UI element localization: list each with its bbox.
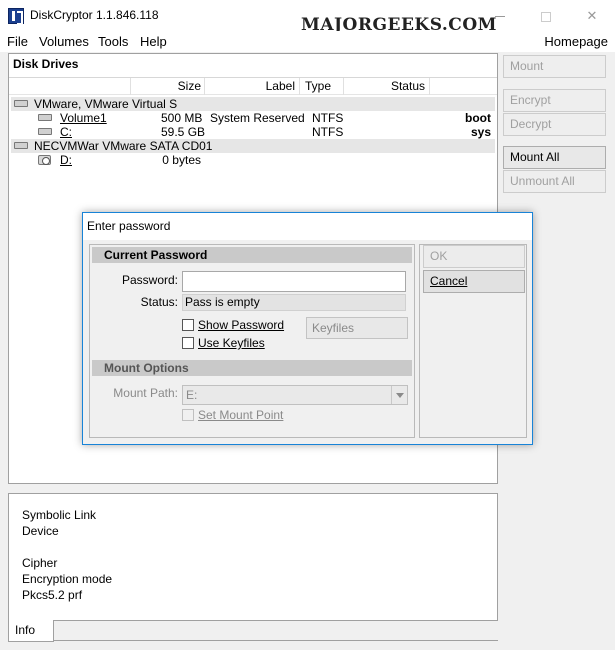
info-encryption-mode: Encryption mode: [22, 572, 113, 586]
volume-drive-icon: [38, 114, 52, 121]
unmount-all-button[interactable]: Unmount All: [503, 170, 606, 193]
info-device: Device: [22, 524, 59, 538]
column-separator: [343, 78, 344, 95]
volume-name: C:: [60, 125, 72, 139]
tab-divider: [54, 640, 498, 641]
cancel-button[interactable]: Cancel: [423, 270, 525, 293]
column-separator: [204, 78, 205, 95]
column-type[interactable]: Type: [305, 79, 337, 93]
status-value: Pass is empty: [182, 294, 406, 311]
password-label: Password:: [121, 273, 178, 287]
volume-size: 59.5 GB: [161, 125, 206, 139]
volume-size: 0 bytes: [162, 153, 201, 167]
minimize-button[interactable]: [477, 0, 523, 31]
disk-name: VMware, VMware Virtual S: [34, 97, 178, 111]
close-icon: ✕: [586, 8, 598, 23]
volume-row-c[interactable]: C: 59.5 GB NTFS sys: [11, 125, 495, 139]
info-symbolic-link: Symbolic Link: [22, 508, 97, 522]
info-cipher: Cipher: [22, 556, 58, 570]
hard-drive-icon: [14, 142, 28, 149]
set-mount-point-checkbox[interactable]: [182, 409, 194, 421]
menu-file[interactable]: File: [7, 34, 28, 49]
column-size[interactable]: Size: [159, 79, 201, 93]
window-title: DiskCryptor 1.1.846.118: [30, 8, 159, 22]
disk-drives-title: Disk Drives: [13, 57, 79, 71]
tab-info[interactable]: Info: [8, 620, 54, 642]
password-input[interactable]: [182, 271, 406, 292]
show-password-checkbox[interactable]: [182, 319, 194, 331]
disk-row-vmware[interactable]: VMware, VMware Virtual S: [11, 97, 495, 111]
disk-list-header: Size Label Type Status: [9, 77, 497, 95]
show-password-label[interactable]: Show Password: [198, 318, 284, 332]
info-panel: Symbolic Link Device Cipher Encryption m…: [8, 493, 498, 621]
set-mount-point-label[interactable]: Set Mount Point: [198, 408, 283, 422]
close-button[interactable]: ✕: [569, 0, 615, 31]
disk-row-cdrom[interactable]: NECVMWar VMware SATA CD01: [11, 139, 495, 153]
menu-homepage[interactable]: Homepage: [544, 34, 608, 49]
minimize-icon: [495, 16, 505, 18]
volume-label: System Reserved: [210, 111, 305, 125]
current-password-section: Current Password: [92, 247, 412, 263]
volume-size: 500 MB: [161, 111, 203, 125]
status-label: Status:: [140, 295, 178, 309]
maximize-button[interactable]: [523, 0, 569, 31]
volume-name: D:: [60, 153, 72, 167]
mount-path-value: E:: [186, 388, 198, 402]
menu-tools[interactable]: Tools: [98, 34, 128, 49]
keyfiles-button[interactable]: Keyfiles: [306, 317, 408, 339]
enter-password-dialog: Enter password Current Password Password…: [82, 212, 533, 445]
disk-name: NECVMWar VMware SATA CD01: [34, 139, 213, 153]
menu-bar: File Volumes Tools Help Homepage: [0, 31, 615, 52]
cd-drive-icon: [38, 155, 51, 165]
dialog-buttons-group: OK Cancel: [419, 244, 527, 438]
volume-drive-icon: [38, 128, 52, 135]
chevron-down-icon: [391, 386, 407, 404]
dialog-title-bar: Enter password: [83, 213, 532, 240]
volume-row-volume1[interactable]: Volume1 500 MB System Reserved NTFS boot: [11, 111, 495, 125]
decrypt-button[interactable]: Decrypt: [503, 113, 606, 136]
use-keyfiles-label[interactable]: Use Keyfiles: [198, 336, 265, 350]
volume-row-d[interactable]: D: 0 bytes: [11, 153, 495, 167]
use-keyfiles-checkbox[interactable]: [182, 337, 194, 349]
column-separator: [299, 78, 300, 95]
dialog-options-group: Current Password Password: Status: Pass …: [89, 244, 415, 438]
maximize-icon: [541, 11, 551, 22]
diskcryptor-app-icon: [8, 8, 24, 25]
encrypt-button[interactable]: Encrypt: [503, 89, 606, 112]
column-separator: [429, 78, 430, 95]
mount-options-section: Mount Options: [92, 360, 412, 376]
mount-all-button[interactable]: Mount All: [503, 146, 606, 169]
menu-help[interactable]: Help: [140, 34, 167, 49]
column-separator: [130, 78, 131, 95]
volume-status: boot: [465, 111, 491, 125]
title-bar: DiskCryptor 1.1.846.118 MAJORGEEKS.COM ✕: [0, 0, 615, 35]
volume-type: NTFS: [312, 125, 344, 139]
mount-button[interactable]: Mount: [503, 55, 606, 78]
column-status[interactable]: Status: [379, 79, 425, 93]
menu-volumes[interactable]: Volumes: [39, 34, 89, 49]
volume-name: Volume1: [60, 111, 107, 125]
ok-button[interactable]: OK: [423, 245, 525, 268]
column-label[interactable]: Label: [239, 79, 295, 93]
volume-type: NTFS: [312, 111, 344, 125]
dialog-title: Enter password: [87, 219, 171, 233]
hard-drive-icon: [14, 100, 28, 107]
mount-path-select[interactable]: E:: [182, 385, 408, 405]
info-pkcs-prf: Pkcs5.2 prf: [22, 588, 83, 602]
mount-path-label: Mount Path:: [113, 386, 178, 400]
volume-status: sys: [470, 125, 491, 139]
